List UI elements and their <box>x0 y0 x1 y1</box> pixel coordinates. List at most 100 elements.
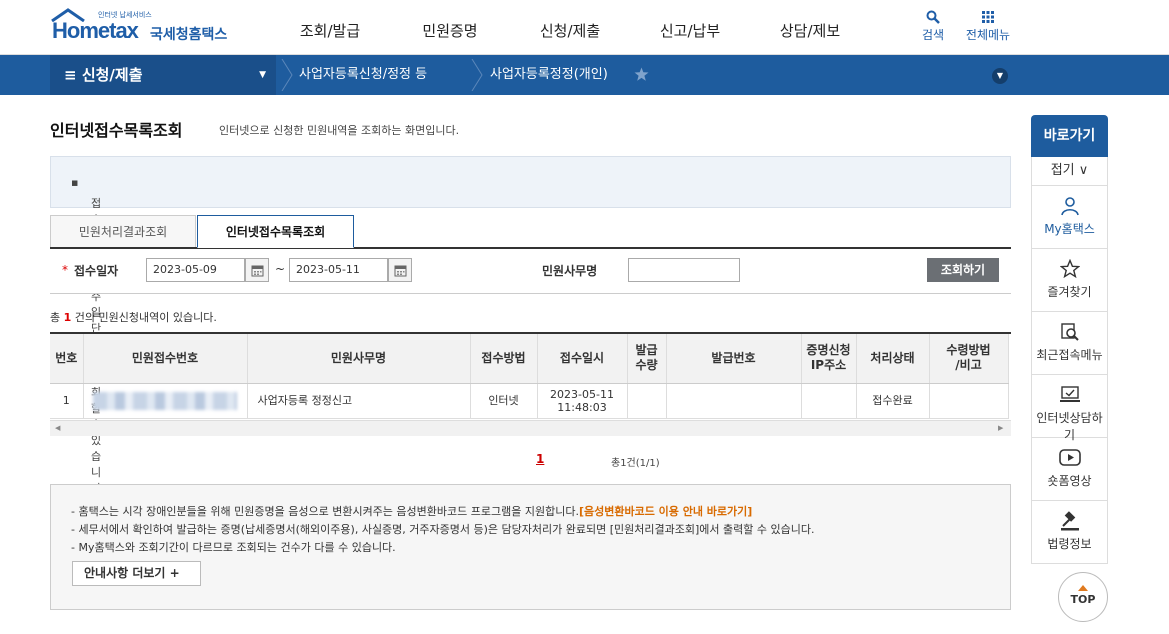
cell-remark <box>929 383 1009 419</box>
gnb-certificate[interactable]: 민원증명 <box>390 0 510 55</box>
guide-line-1: - 홈택스는 시각 장애인분들을 위해 민원증명을 음성으로 변환시켜주는 음성… <box>71 505 753 518</box>
page-title: 인터넷접수목록조회 <box>50 121 183 140</box>
search-icon <box>926 10 940 24</box>
cell-no: 1 <box>50 383 84 419</box>
total-count: 1 <box>63 311 72 324</box>
office-name-input[interactable] <box>628 258 740 282</box>
quick-internet-consult[interactable]: 인터넷상담하기 <box>1031 375 1108 442</box>
inquiry-button[interactable]: 조회하기 <box>927 258 999 282</box>
cell-date: 2023-05-11 11:48:03 <box>537 383 628 419</box>
guide-line-3: - My홈택스와 조회기간이 다르므로 조회되는 건수가 다를 수 있습니다. <box>71 541 396 554</box>
col-header-receipt-no: 민원접수번호 <box>83 334 248 384</box>
location-menu-label: 신청/제출 <box>81 66 143 84</box>
barcode-guide-link[interactable]: [음성변환바코드 이용 안내 바로가기] <box>579 505 752 518</box>
cell-status: 접수완료 <box>856 383 930 419</box>
cell-receipt-no[interactable] <box>83 383 248 419</box>
col-header-date: 접수일시 <box>537 334 628 384</box>
breadcrumb-separator-icon <box>471 59 483 91</box>
receipt-date-label: 접수일자 <box>74 264 119 278</box>
location-expand-icon[interactable]: ▼ <box>992 68 1008 84</box>
favorite-star-icon[interactable] <box>634 67 649 82</box>
person-icon <box>1060 197 1079 216</box>
receipt-table: 번호 민원접수번호 민원사무명 접수방법 접수일시 발급 수량 발급번호 증명신… <box>50 334 1009 419</box>
location-bar: ≡ 신청/제출 ▼ 사업자등록신청/정정 등 사업자등록정정(개인) ▼ <box>0 55 1169 95</box>
hamburger-icon: ≡ <box>64 66 77 84</box>
scroll-left-icon[interactable]: ◀ <box>55 424 60 432</box>
date-range-tilde: ~ <box>275 262 286 276</box>
required-mark: * <box>62 263 68 277</box>
allmenu-label: 전체메뉴 <box>965 28 1011 42</box>
date-to-calendar-button[interactable] <box>388 258 412 282</box>
global-nav: 조회/발급 민원증명 신청/제출 신고/납부 상담/제보 <box>270 0 870 55</box>
gnb-consult[interactable]: 상담/제보 <box>750 0 870 55</box>
breadcrumb-level1[interactable]: 사업자등록신청/정정 등 <box>299 55 427 95</box>
col-header-ip: 증명신청 IP주소 <box>801 334 857 384</box>
notice-text: ▪ 접수일자는 1주일 단위로 조회할 수 있습니다. <box>71 176 105 495</box>
col-header-office: 민원사무명 <box>247 334 471 384</box>
cell-ip <box>801 383 857 419</box>
more-guide-button[interactable]: 안내사항 더보기 + <box>72 561 201 586</box>
search-label: 검색 <box>921 28 945 42</box>
gnb-inquiry[interactable]: 조회/발급 <box>270 0 390 55</box>
receipt-list-grid: 번호 민원접수번호 민원사무명 접수방법 접수일시 발급 수량 발급번호 증명신… <box>50 332 1011 436</box>
breadcrumb-level2[interactable]: 사업자등록정정(개인) <box>490 55 608 95</box>
tab-internet-receipt-list[interactable]: 인터넷접수목록조회 <box>197 215 354 248</box>
top-header: 인터넷 납세서비스 Hometax 국세청홈택스 조회/발급 민원증명 신청/제… <box>0 0 1169 55</box>
redacted-receipt-number <box>93 391 237 410</box>
laptop-check-icon <box>1059 386 1080 402</box>
notice-box: ▪ 접수일자는 1주일 단위로 조회할 수 있습니다. <box>50 156 1011 495</box>
quick-favorites[interactable]: 즐겨찾기 <box>1031 249 1108 312</box>
logo-main-text: Hometax <box>52 18 139 43</box>
search-button[interactable]: 검색 <box>905 10 961 43</box>
col-header-no: 번호 <box>50 334 84 384</box>
quick-menu-fold-button[interactable]: 접기 ∨ <box>1031 157 1108 186</box>
quick-law-info[interactable]: 법령정보 <box>1031 501 1108 564</box>
cell-method: 인터넷 <box>470 383 538 419</box>
gnb-report-payment[interactable]: 신고/납부 <box>630 0 750 55</box>
page-description: 인터넷으로 신청한 민원내역을 조회하는 화면입니다. <box>219 124 460 137</box>
col-header-remark: 수령방법 /비고 <box>929 334 1009 384</box>
play-icon <box>1058 449 1081 466</box>
pager-page-1[interactable]: 1 <box>536 452 544 466</box>
quick-menu-title: 바로가기 <box>1031 115 1108 157</box>
quick-recent-menu[interactable]: 최근접속메뉴 <box>1031 312 1108 375</box>
table-header-row: 번호 민원접수번호 민원사무명 접수방법 접수일시 발급 수량 발급번호 증명신… <box>50 334 1009 384</box>
search-panel: * 접수일자 2023-05-09 ~ 2023-05-11 민원사무명 조회하… <box>50 249 1011 294</box>
quick-my-hometax[interactable]: My홈택스 <box>1031 186 1108 249</box>
tab-result-inquiry[interactable]: 민원처리결과조회 <box>50 215 196 248</box>
arrow-up-icon <box>1078 585 1088 591</box>
guide-box: - 홈택스는 시각 장애인분들을 위해 민원증명을 음성으로 변환시켜주는 음성… <box>50 484 1011 610</box>
caret-down-icon: ▼ <box>259 70 266 80</box>
date-to-input[interactable]: 2023-05-11 <box>289 258 388 282</box>
cell-issue-no <box>666 383 802 419</box>
quick-shortform-video[interactable]: 숏폼영상 <box>1031 438 1108 501</box>
calendar-icon <box>394 265 407 277</box>
gavel-icon <box>1060 511 1079 531</box>
col-header-qty: 발급 수량 <box>627 334 667 384</box>
date-from-calendar-button[interactable] <box>245 258 269 282</box>
hometax-logo[interactable]: 인터넷 납세서비스 Hometax 국세청홈택스 <box>50 8 235 48</box>
calendar-icon <box>251 265 264 277</box>
recent-search-icon <box>1060 323 1079 341</box>
scroll-right-icon[interactable]: ▶ <box>998 424 1003 432</box>
col-header-status: 처리상태 <box>856 334 930 384</box>
horizontal-scrollbar[interactable]: ◀ ▶ <box>50 420 1011 436</box>
guide-line-2: - 세무서에서 확인하여 발급하는 증명(납세증명서(해외이주용), 사실증명,… <box>71 523 815 536</box>
location-menu-dropdown[interactable]: ≡ 신청/제출 ▼ <box>50 55 276 95</box>
date-from-input[interactable]: 2023-05-09 <box>146 258 245 282</box>
allmenu-button[interactable]: 전체메뉴 <box>960 10 1016 43</box>
breadcrumb-separator-icon <box>281 59 293 91</box>
cell-office: 사업자등록 정정신고 <box>247 383 471 419</box>
quick-menu: 바로가기 접기 ∨ My홈택스 즐겨찾기 최근접속메뉴 인터넷상담하기 숏폼영상… <box>1031 115 1108 564</box>
office-name-label: 민원사무명 <box>542 264 598 278</box>
grid-menu-icon <box>982 11 994 23</box>
col-header-method: 접수방법 <box>470 334 538 384</box>
cell-qty <box>627 383 667 419</box>
scroll-top-button[interactable]: TOP <box>1058 572 1108 622</box>
total-count-text: 총 1 건의 민원신청내역이 있습니다. <box>50 311 217 324</box>
logo-sub-text: 국세청홈택스 <box>150 27 228 43</box>
gnb-application[interactable]: 신청/제출 <box>510 0 630 55</box>
table-row[interactable]: 1 사업자등록 정정신고 인터넷 2023-05-11 11:48:03 접수완료 <box>50 383 1009 419</box>
star-icon <box>1059 259 1080 279</box>
col-header-issue-no: 발급번호 <box>666 334 802 384</box>
